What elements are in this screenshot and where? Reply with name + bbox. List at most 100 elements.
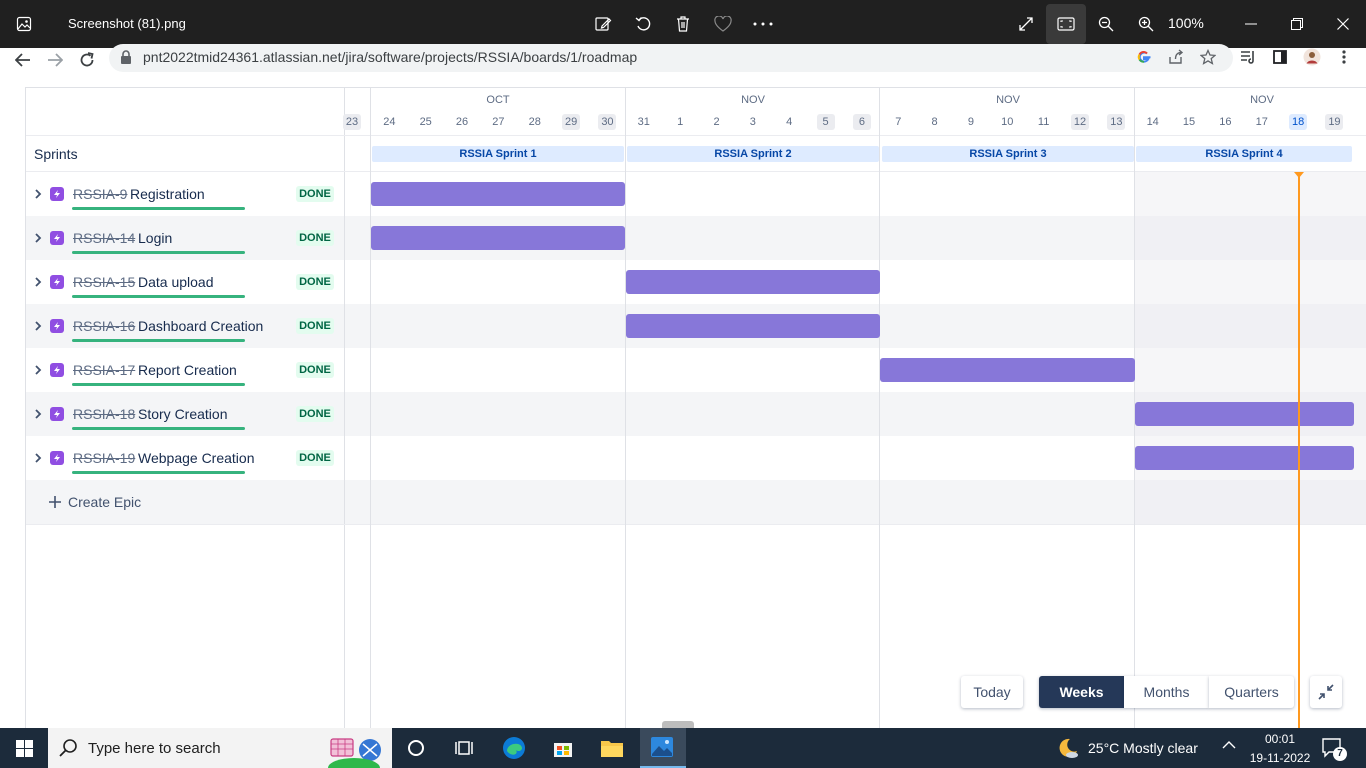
status-badge: DONE [296,186,334,202]
status-badge: DONE [296,230,334,246]
close-icon[interactable] [1331,12,1355,36]
weather-text[interactable]: 25°C Mostly clear [1088,740,1198,756]
issue-key[interactable]: RSSIA-9 [73,186,127,202]
show-hidden-icons-chevron[interactable] [1222,740,1236,750]
reading-list-icon[interactable] [1238,48,1258,66]
epic-timeline-bar[interactable] [371,182,625,206]
epic-lightning-icon [50,363,64,377]
epic-title[interactable]: Login [138,230,172,246]
issue-key[interactable]: RSSIA-14 [73,230,135,246]
issue-key[interactable]: RSSIA-15 [73,274,135,290]
epic-timeline-bar[interactable] [1135,402,1354,426]
day-label: 31 [637,116,650,128]
months-button[interactable]: Months [1124,676,1209,708]
forward-arrow-icon[interactable] [43,48,67,72]
day-label: 2 [713,116,720,128]
day-label: 4 [786,116,793,128]
day-label: 24 [383,116,396,128]
full-screen-icon[interactable] [1014,12,1038,36]
sprint-pill[interactable]: RSSIA Sprint 3 [882,146,1134,162]
horizontal-scrollbar[interactable] [662,721,694,728]
cortana-icon[interactable] [404,736,428,760]
day-label: 15 [1182,116,1196,128]
restore-icon[interactable] [1285,12,1309,36]
delete-icon[interactable] [671,12,695,36]
favorite-heart-icon[interactable] [711,12,735,36]
side-panel-icon[interactable] [1270,48,1290,66]
back-arrow-icon[interactable] [11,48,35,72]
status-badge: DONE [296,274,334,290]
expand-chevron-icon[interactable] [32,320,44,332]
progress-bar [72,207,245,210]
more-options-icon[interactable] [751,12,775,36]
reload-icon[interactable] [75,48,99,72]
epic-timeline-bar[interactable] [626,270,880,294]
task-view-icon[interactable] [452,736,476,760]
day-label: 12 [1071,114,1089,130]
minimize-icon[interactable] [1239,12,1263,36]
windows-start-icon[interactable] [12,736,36,760]
day-label: 19 [1325,114,1344,130]
sprint-pill[interactable]: RSSIA Sprint 1 [372,146,624,162]
expand-chevron-icon[interactable] [32,276,44,288]
issue-key[interactable]: RSSIA-16 [73,318,135,334]
collapse-fullscreen-button[interactable] [1310,676,1342,708]
browser-menu-icon[interactable] [1334,48,1354,66]
epic-timeline-bar[interactable] [626,314,880,338]
photos-taskbar-button[interactable] [640,728,686,768]
google-icon[interactable] [1134,48,1154,66]
epic-timeline-bar[interactable] [880,358,1135,382]
issue-key[interactable]: RSSIA-19 [73,450,135,466]
sprint-pill[interactable]: RSSIA Sprint 2 [627,146,879,162]
weather-moon-icon[interactable] [1056,736,1080,760]
expand-chevron-icon[interactable] [32,188,44,200]
notification-center-button[interactable]: 7 [1322,738,1348,761]
epic-title[interactable]: Story Creation [138,406,227,422]
taskbar-search-placeholder[interactable]: Type here to search [88,740,221,757]
zoom-level[interactable]: 100% [1168,15,1204,31]
file-explorer-icon[interactable] [600,736,624,760]
divider [26,524,1366,525]
zoom-in-icon[interactable] [1134,12,1158,36]
expand-chevron-icon[interactable] [32,452,44,464]
share-icon[interactable] [1166,48,1186,66]
url-text[interactable]: pnt2022tmid24361.atlassian.net/jira/soft… [143,49,637,65]
epic-title[interactable]: Registration [130,186,205,202]
create-epic-button[interactable]: Create Epic [48,492,141,512]
day-label: 8 [931,116,938,128]
day-label: 3 [749,116,756,128]
epic-title[interactable]: Data upload [138,274,214,290]
month-label: NOV [741,94,765,106]
microsoft-store-icon[interactable] [551,736,575,760]
day-label: 11 [1037,116,1050,128]
expand-chevron-icon[interactable] [32,232,44,244]
edge-browser-icon[interactable] [502,736,526,760]
rotate-icon[interactable] [631,12,655,36]
day-label: 25 [419,116,432,128]
lock-icon[interactable] [120,50,132,64]
expand-chevron-icon[interactable] [32,364,44,376]
epic-timeline-bar[interactable] [371,226,625,250]
quarters-button[interactable]: Quarters [1209,676,1294,708]
issue-key[interactable]: RSSIA-18 [73,406,135,422]
today-button[interactable]: Today [961,676,1023,708]
edit-image-icon[interactable] [591,12,615,36]
month-label: NOV [996,94,1020,106]
profile-avatar[interactable] [1302,48,1322,66]
epic-timeline-bar[interactable] [1135,446,1354,470]
sprint-pill[interactable]: RSSIA Sprint 4 [1136,146,1352,162]
zoom-out-icon[interactable] [1094,12,1118,36]
clock-date[interactable]: 19-11-2022 [1249,751,1311,765]
epic-title[interactable]: Webpage Creation [138,450,254,466]
epic-title[interactable]: Report Creation [138,362,237,378]
day-label: 16 [1219,116,1232,128]
weeks-button[interactable]: Weeks [1039,676,1124,708]
week-divider [625,88,626,728]
clock-time[interactable]: 00:01 [1263,732,1297,746]
issue-key[interactable]: RSSIA-17 [73,362,135,378]
expand-chevron-icon[interactable] [32,408,44,420]
epic-title[interactable]: Dashboard Creation [138,318,263,334]
epic-lightning-icon [50,231,64,245]
sprints-heading: Sprints [34,146,78,162]
bookmark-star-icon[interactable] [1198,48,1218,66]
